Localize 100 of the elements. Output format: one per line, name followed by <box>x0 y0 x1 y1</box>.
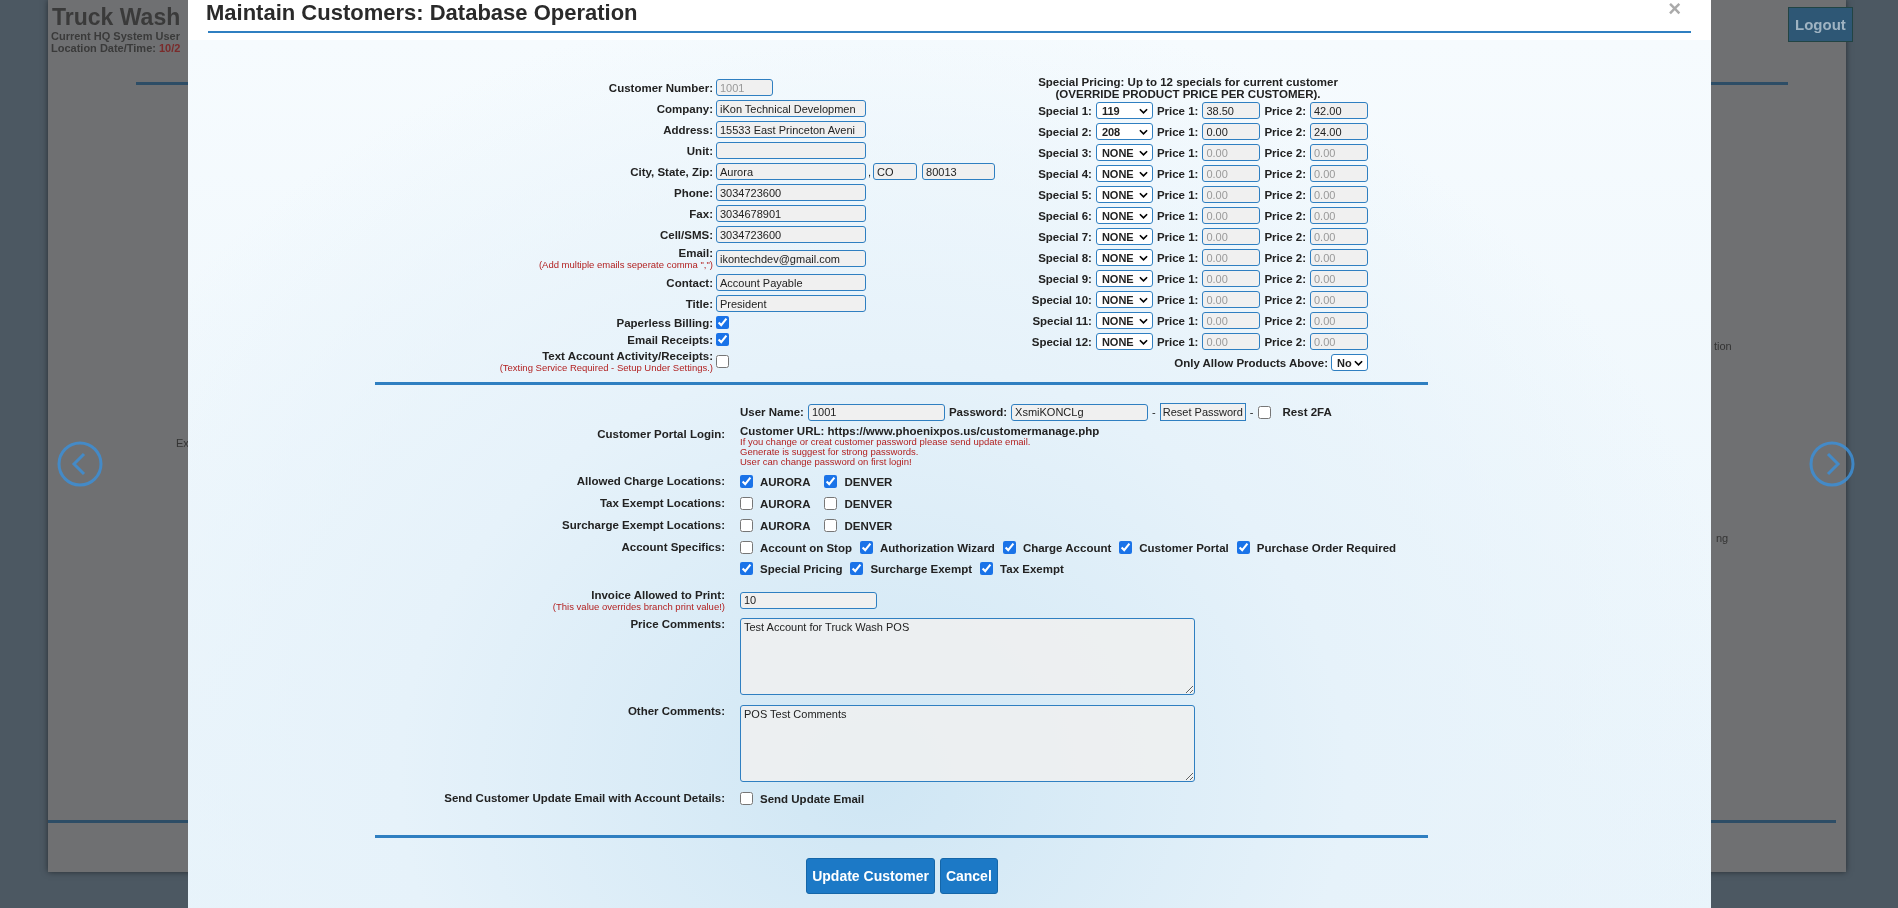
checkbox[interactable] <box>1002 541 1016 554</box>
checkbox-label: Rest 2FA <box>1282 406 1332 418</box>
checkbox[interactable] <box>740 562 753 575</box>
zip-field[interactable]: 80013 <box>922 163 996 180</box>
checkbox[interactable] <box>716 355 729 368</box>
checkbox[interactable] <box>980 562 994 575</box>
special-label: Special 12: <box>1031 335 1092 348</box>
price-field[interactable]: 38.50 <box>1202 102 1261 119</box>
field-label: Account Specifics: <box>620 541 725 553</box>
text-field[interactable]: 3034678901 <box>716 205 866 222</box>
state-field[interactable]: CO <box>873 163 918 180</box>
checkbox-label: Send Update Email <box>760 792 865 805</box>
dropdown[interactable]: No <box>1331 354 1368 371</box>
special-label: Special 9: <box>1037 272 1092 285</box>
checkbox[interactable] <box>740 792 753 805</box>
field-label: Cell/SMS: <box>659 228 713 241</box>
field-label: Contact: <box>666 276 713 289</box>
field-label: Email: <box>678 247 713 259</box>
warning-note: Generate is suggest for strong passwords. <box>740 447 920 457</box>
text-field[interactable]: President <box>716 295 866 312</box>
special-label: Special 10: <box>1031 293 1092 306</box>
price-label: Price 1: <box>1156 251 1199 264</box>
checkbox[interactable] <box>716 316 729 329</box>
chevron-icon <box>1138 191 1148 198</box>
logout-button[interactable]: Logout <box>1788 7 1853 42</box>
comments-field[interactable]: Test Account for Truck Wash POS <box>740 618 1195 695</box>
text-field[interactable]: ikontechdev@gmail.com <box>716 250 866 267</box>
field-label: Title: <box>685 297 713 310</box>
price-label: Price 1: <box>1156 272 1199 285</box>
special-label: Special 6: <box>1037 209 1092 222</box>
checkbox[interactable] <box>740 541 753 554</box>
field-note: (Texting Service Required - Setup Under Settings.) <box>499 362 713 373</box>
city-field[interactable]: Aurora <box>716 163 866 180</box>
price-label: Price 1: <box>1156 146 1199 159</box>
special-label: Special 4: <box>1037 167 1092 180</box>
field-label: Paperless Billing: <box>616 316 713 329</box>
checkbox[interactable] <box>1119 541 1133 554</box>
checkbox-label: Account on Stop <box>760 541 852 554</box>
checkbox[interactable] <box>740 475 753 488</box>
price-label: Price 2: <box>1264 335 1306 348</box>
price-field[interactable]: 24.00 <box>1310 123 1368 140</box>
price-label: Price 1: <box>1156 335 1199 348</box>
checkbox[interactable] <box>860 541 873 554</box>
field-label: User Name: <box>740 406 804 418</box>
chevron-icon <box>1138 107 1148 114</box>
field-label: Surcharge Exempt Locations: <box>561 519 725 531</box>
checkbox[interactable] <box>1236 541 1250 554</box>
field-label: Allowed Charge Locations: <box>575 475 725 487</box>
price-label: Price 2: <box>1264 146 1306 159</box>
text-field[interactable]: 3034723600 <box>716 226 866 243</box>
special-pricing-heading: Special Pricing: Up to 12 specials for current customer (OVERRIDE PRODUCT PRICE PER CUSTOMER). <box>1037 76 1339 100</box>
field-label: Email Receipts: <box>627 333 713 346</box>
checkbox[interactable] <box>740 519 753 532</box>
price-label: Price 1: <box>1156 314 1199 327</box>
price-label: Price 1: <box>1156 188 1199 201</box>
price-label: Price 2: <box>1264 125 1306 138</box>
field-label: Send Customer Update Email with Account Details: <box>443 792 725 804</box>
price-field[interactable]: 42.00 <box>1310 102 1368 119</box>
price-label: Price 1: <box>1156 125 1199 138</box>
text-field[interactable] <box>716 142 866 159</box>
chevron-icon <box>1354 359 1363 366</box>
special-label: Special 3: <box>1037 146 1092 159</box>
update-customer-button[interactable]: Update Customer <box>806 858 935 894</box>
comments-field[interactable]: POS Test Comments <box>740 705 1195 782</box>
next-icon[interactable] <box>1808 440 1856 488</box>
field-label: Invoice Allowed to Print: <box>591 590 725 601</box>
cancel-button[interactable]: Cancel <box>939 858 998 894</box>
field-label: Price Comments: <box>629 618 725 630</box>
separator: , <box>868 165 872 178</box>
checkbox[interactable] <box>850 562 864 575</box>
chevron-icon <box>1138 275 1148 282</box>
field-label: Password: <box>948 406 1008 418</box>
text-field[interactable]: Account Payable <box>716 274 866 291</box>
product-select[interactable]: 208 <box>1095 123 1153 140</box>
text-field[interactable]: 15533 East Princeton Aveni <box>716 121 866 138</box>
checkbox-label: DENVER <box>844 519 893 532</box>
checkbox-label: AURORA <box>760 475 811 488</box>
location-datetime: Location Date/Time: 10/2 <box>51 42 181 54</box>
price-label: Price 2: <box>1264 188 1306 201</box>
text-field[interactable]: 3034723600 <box>716 184 866 201</box>
field-label: Address: <box>663 123 713 136</box>
checkbox[interactable] <box>740 497 753 510</box>
checkbox[interactable] <box>716 333 729 346</box>
product-select[interactable]: 119 <box>1095 102 1153 119</box>
price-field[interactable]: 0.00 <box>1202 123 1261 140</box>
chevron-icon <box>1138 212 1148 219</box>
chevron-icon <box>1138 128 1148 135</box>
chevron-icon <box>1138 170 1148 177</box>
field-label: Other Comments: <box>626 705 725 717</box>
price-label: Price 2: <box>1264 293 1306 306</box>
checkbox[interactable] <box>824 475 838 488</box>
text-field[interactable]: iKon Technical Developmen <box>716 100 866 117</box>
checkbox-label: AURORA <box>760 519 811 532</box>
checkbox[interactable] <box>824 519 838 532</box>
reset-password-button[interactable]: Reset Password <box>1159 403 1246 421</box>
checkbox[interactable] <box>824 497 838 510</box>
field-label: Tax Exempt Locations: <box>598 497 725 509</box>
field-note: (This value overrides branch print value!) <box>552 601 725 612</box>
checkbox[interactable] <box>1257 405 1271 419</box>
price-label: Price 2: <box>1264 209 1306 222</box>
